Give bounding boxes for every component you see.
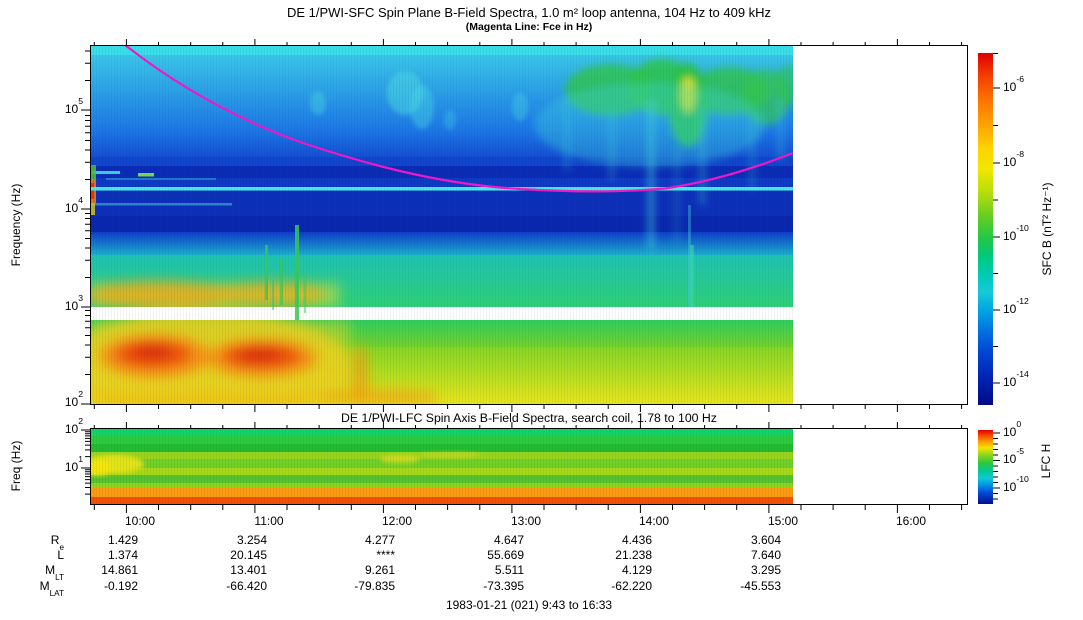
lfc-colorbar: [978, 430, 993, 504]
time-label-1000: 10:00: [124, 514, 156, 528]
lfc-yaxis-label: Freq (Hz): [9, 440, 23, 492]
sfc-ytick-1e5: 105: [64, 96, 83, 116]
ephemeris-value: -45.553: [740, 579, 781, 593]
sfc-cbar-tick-1e-12: 10-12: [1003, 296, 1029, 316]
ephemeris-value: -79.835: [354, 579, 395, 593]
ephemeris-value: ****: [376, 548, 395, 562]
ephemeris-value: 3.604: [750, 533, 781, 547]
ephemeris-value: 3.295: [750, 563, 781, 577]
ephemeris-value: 4.277: [364, 533, 395, 547]
ephemeris-value: 4.129: [621, 563, 652, 577]
time-label-1600: 16:00: [895, 514, 927, 528]
time-label-1200: 12:00: [381, 514, 413, 528]
ephemeris-value: 14.861: [101, 563, 138, 577]
sfc-cbar-tick-1e-14: 10-14: [1003, 369, 1029, 389]
lfc-ytick-1e2: 102: [64, 416, 83, 436]
ephemeris-value: -0.192: [103, 579, 138, 593]
sfc-colorbar-ticks: [993, 53, 1000, 384]
ephemeris-value: 3.254: [236, 533, 267, 547]
ephemeris-value: 1.429: [107, 533, 138, 547]
time-axis-ticks: [93, 505, 963, 513]
lfc-ytick-1e1: 101: [64, 454, 83, 474]
date-range-label: 1983-01-21 (021) 9:43 to 16:33: [445, 598, 613, 612]
lfc-top-time-ticks: [93, 422, 963, 428]
ephemeris-value: -73.395: [483, 579, 524, 593]
sfc-ytick-1e3: 103: [64, 293, 83, 313]
ephemeris-value: 1.374: [107, 548, 138, 562]
time-label-1500: 15:00: [767, 514, 799, 528]
sfc-top-time-ticks: [93, 39, 963, 45]
ephemeris-value: 21.238: [615, 548, 652, 562]
sfc-plot-frame: [90, 45, 968, 405]
time-label-1400: 14:00: [638, 514, 670, 528]
ephemeris-value: 4.436: [621, 533, 652, 547]
ephemeris-value: -62.220: [611, 579, 652, 593]
ephemeris-value: 20.145: [230, 548, 267, 562]
time-label-1300: 13:00: [510, 514, 542, 528]
lfc-plot-frame: [90, 428, 968, 505]
sfc-colorbar-label: SFC B (nT² Hz⁻¹): [1040, 182, 1054, 276]
sfc-cbar-tick-1e-8: 10-8: [1003, 149, 1025, 169]
sfc-plot-title: DE 1/PWI-SFC Spin Plane B-Field Spectra,…: [286, 5, 772, 20]
lfc-cbar-tick-1e-10: 10-10: [1003, 474, 1029, 494]
lfc-colorbar-ticks: [993, 432, 1000, 500]
ephemeris-value: -66.420: [226, 579, 267, 593]
lfc-cbar-tick-1e0: 100: [1003, 419, 1022, 439]
ephemeris-value: 4.647: [493, 533, 524, 547]
lfc-colorbar-label: LFC H: [1039, 443, 1053, 479]
sfc-ytick-1e2: 102: [64, 389, 83, 409]
ephemeris-value: 9.261: [364, 563, 395, 577]
ephemeris-value: 55.669: [487, 548, 524, 562]
sfc-plot-subtitle: (Magenta Line: Fce in Hz): [465, 21, 593, 33]
ephemeris-value: 7.640: [750, 548, 781, 562]
sfc-cbar-tick-1e-6: 10-6: [1003, 74, 1025, 94]
plot-page: DE 1/PWI-SFC Spin Plane B-Field Spectra,…: [0, 0, 1083, 620]
sfc-colorbar: [978, 53, 993, 405]
sfc-ytick-1e4: 104: [64, 195, 83, 215]
ephemeris-value: 5.511: [494, 563, 524, 577]
ephemeris-value: 13.401: [230, 563, 267, 577]
sfc-yaxis-label: Frequency (Hz): [9, 183, 23, 267]
time-label-1100: 11:00: [254, 514, 284, 528]
